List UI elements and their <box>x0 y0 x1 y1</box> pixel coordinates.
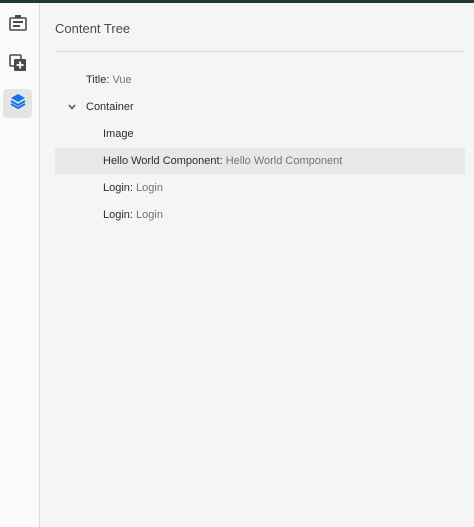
tree-item-key: Image <box>103 128 134 140</box>
tree-item-value: Hello World Component <box>225 155 343 167</box>
tree-item-value: Login <box>136 182 163 194</box>
tree-item-key: Login <box>103 209 130 221</box>
tree-item-login[interactable]: Login: Login <box>55 175 465 201</box>
tree-item-key: Login <box>103 182 130 194</box>
divider <box>55 51 464 52</box>
tree-item-container[interactable]: Container <box>55 94 465 120</box>
assets-button[interactable] <box>3 51 32 80</box>
components-button[interactable] <box>3 11 32 40</box>
tree-item-value: Vue <box>112 74 132 86</box>
tree-item-key: Container <box>86 101 134 113</box>
side-rail <box>0 3 40 527</box>
chevron-down-icon[interactable] <box>67 102 77 112</box>
tree-item-title[interactable]: Title: Vue <box>55 67 465 93</box>
tree-item-key: Title <box>86 74 107 86</box>
panel-title: Content Tree <box>55 21 131 36</box>
tree-item-key: Hello World Component <box>103 155 220 167</box>
tree-item-image[interactable]: Image <box>55 121 465 147</box>
content-tree-icon <box>10 93 26 114</box>
content-tree-button[interactable] <box>3 89 32 118</box>
content-tree-panel: Content Tree Title: Vue Container Image … <box>40 3 474 527</box>
tree-item-hello-world[interactable]: Hello World Component: Hello World Compo… <box>55 148 465 174</box>
assets-icon <box>8 54 27 77</box>
tree-item-value: Login <box>136 209 163 221</box>
components-icon <box>8 15 27 36</box>
tree-item-login[interactable]: Login: Login <box>55 202 465 228</box>
